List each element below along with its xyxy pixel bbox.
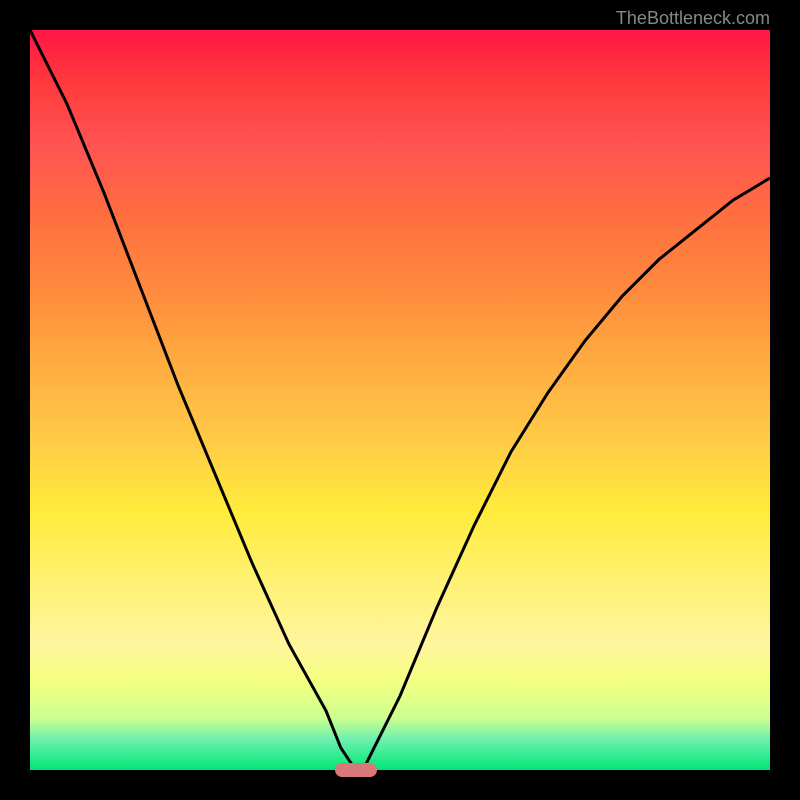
bottleneck-curve: [30, 30, 770, 770]
optimal-marker: [335, 763, 377, 777]
chart-area: [30, 30, 770, 770]
watermark-text: TheBottleneck.com: [616, 8, 770, 29]
